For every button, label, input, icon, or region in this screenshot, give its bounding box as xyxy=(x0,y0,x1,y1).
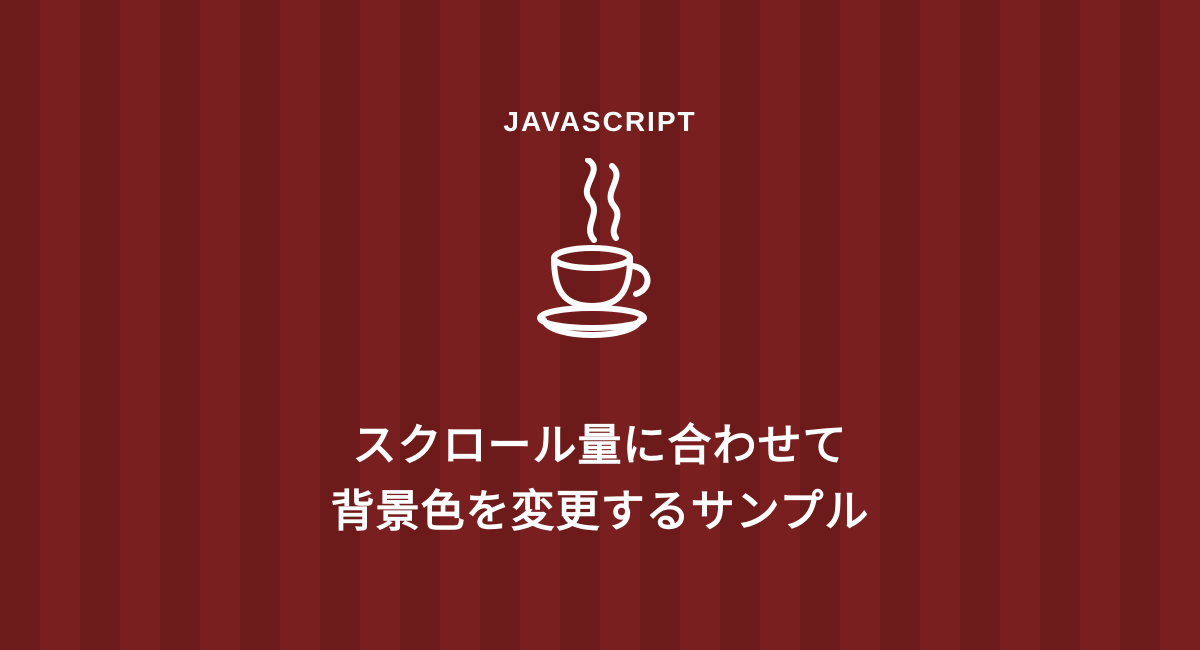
category-label: JAVASCRIPT xyxy=(503,106,696,138)
title-line-2: 背景色を変更するサンプル xyxy=(331,487,870,536)
java-icon xyxy=(530,158,670,353)
article-title: スクロール量に合わせて 背景色を変更するサンプル xyxy=(331,413,870,545)
title-line-1: スクロール量に合わせて xyxy=(353,421,848,470)
hero-banner: JAVASCRIPT スクロール量に合わせて 背景色を変更するサンプル xyxy=(0,0,1200,650)
